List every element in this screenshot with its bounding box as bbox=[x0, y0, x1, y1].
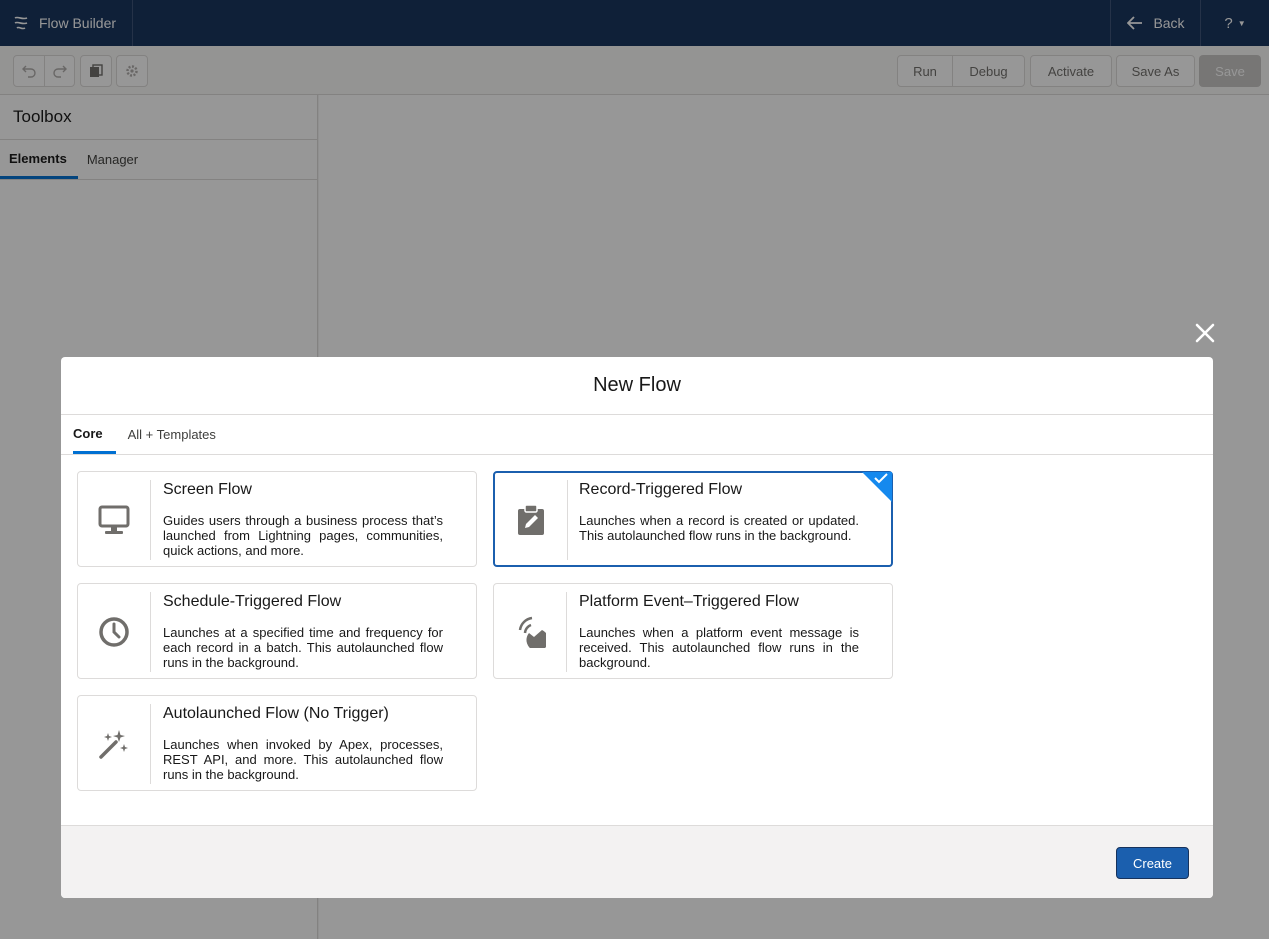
card-icon-container bbox=[495, 480, 568, 560]
clock-icon bbox=[99, 617, 129, 647]
close-icon[interactable] bbox=[1192, 320, 1218, 346]
card-description: Guides users through a business process … bbox=[163, 513, 443, 558]
flow-card-screen-flow[interactable]: Screen Flow Guides users through a busin… bbox=[77, 471, 477, 567]
flow-card-platform-event-triggered[interactable]: Platform Event–Triggered Flow Launches w… bbox=[493, 583, 893, 679]
card-description: Launches when invoked by Apex, processes… bbox=[163, 737, 443, 782]
card-icon-container bbox=[78, 592, 151, 672]
create-button[interactable]: Create bbox=[1116, 847, 1189, 879]
new-flow-modal: New Flow Core All + Templates Screen Flo… bbox=[61, 357, 1213, 898]
flow-card-record-triggered[interactable]: Record-Triggered Flow Launches when a re… bbox=[493, 471, 893, 567]
flow-card-schedule-triggered[interactable]: Schedule-Triggered Flow Launches at a sp… bbox=[77, 583, 477, 679]
modal-title: New Flow bbox=[61, 357, 1213, 415]
checkmark-icon bbox=[862, 472, 892, 502]
desktop-icon bbox=[98, 505, 130, 534]
modal-footer: Create bbox=[61, 825, 1213, 898]
tab-core[interactable]: Core bbox=[73, 415, 116, 454]
tab-all-templates[interactable]: All + Templates bbox=[128, 415, 228, 454]
flow-type-list: Screen Flow Guides users through a busin… bbox=[61, 455, 1213, 824]
card-description: Launches when a record is created or upd… bbox=[579, 513, 859, 543]
broadcast-icon bbox=[518, 616, 546, 648]
card-title: Record-Triggered Flow bbox=[579, 481, 743, 498]
card-title: Screen Flow bbox=[163, 481, 252, 498]
card-description: Launches at a specified time and frequen… bbox=[163, 625, 443, 670]
card-title: Autolaunched Flow (No Trigger) bbox=[163, 705, 389, 722]
card-icon-container bbox=[494, 592, 567, 672]
modal-tabs: Core All + Templates bbox=[61, 415, 1213, 455]
flow-card-autolaunched[interactable]: Autolaunched Flow (No Trigger) Launches … bbox=[77, 695, 477, 791]
card-title: Platform Event–Triggered Flow bbox=[579, 593, 799, 610]
card-description: Launches when a platform event message i… bbox=[579, 625, 859, 670]
card-icon-container bbox=[78, 480, 151, 560]
magic-wand-icon bbox=[99, 730, 128, 759]
clipboard-edit-icon bbox=[518, 504, 544, 535]
card-title: Schedule-Triggered Flow bbox=[163, 593, 342, 610]
card-icon-container bbox=[78, 704, 151, 784]
